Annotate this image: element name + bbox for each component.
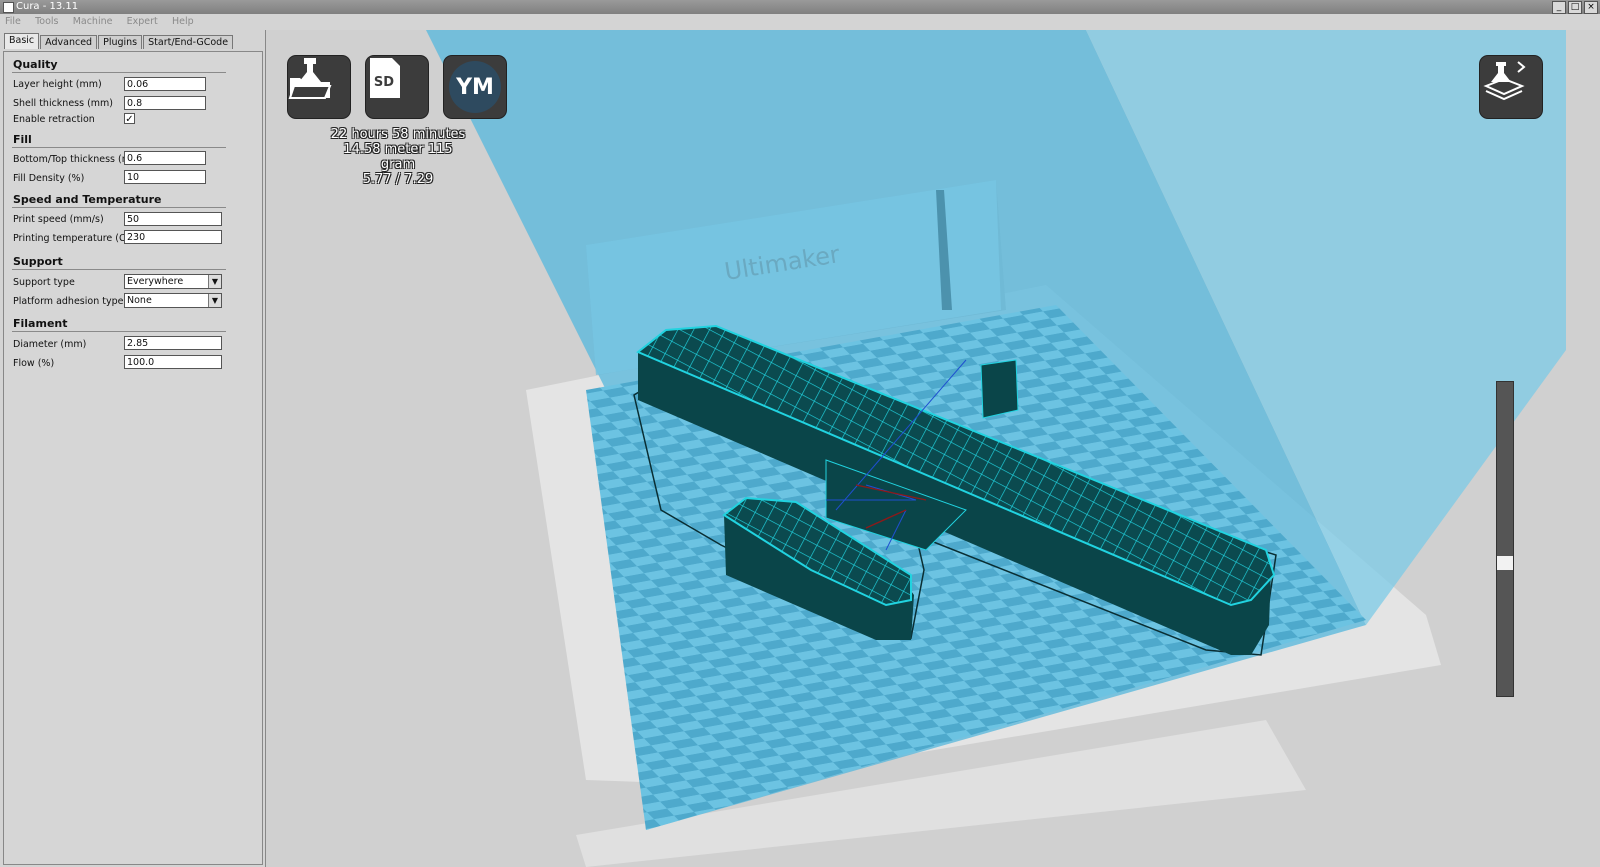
print-speed-label: Print speed (mm/s) xyxy=(13,214,104,225)
quality-section-title: Quality xyxy=(13,58,58,71)
menu-tools[interactable]: Tools xyxy=(35,14,58,30)
menu-file[interactable]: File xyxy=(5,14,21,30)
speed-section-title: Speed and Temperature xyxy=(13,193,162,206)
support-type-select[interactable]: Everywhere ▼ xyxy=(124,274,222,289)
diameter-input[interactable]: 2.85 xyxy=(124,336,222,350)
divider xyxy=(12,331,226,332)
support-type-value: Everywhere xyxy=(127,276,184,287)
maximize-button[interactable]: □ xyxy=(1568,1,1582,14)
layer-height-input[interactable]: 0.06 xyxy=(124,77,206,91)
print-speed-input[interactable]: 50 xyxy=(124,212,222,226)
divider xyxy=(12,207,226,208)
tab-advanced[interactable]: Advanced xyxy=(40,35,98,49)
print-time: 22 hours 58 minutes xyxy=(330,127,466,142)
load-model-button[interactable] xyxy=(288,56,350,118)
sd-card-icon: SD xyxy=(370,58,400,98)
title-bar: Cura - 13.11 _ □ × xyxy=(0,0,1600,14)
support-type-label: Support type xyxy=(13,277,75,288)
print-info: 22 hours 58 minutes 14.58 meter 115 gram… xyxy=(326,127,470,187)
settings-sidebar: Basic Advanced Plugins Start/End-GCode Q… xyxy=(0,30,266,867)
save-to-sd-button[interactable]: SD xyxy=(366,56,428,118)
menu-expert[interactable]: Expert xyxy=(127,14,158,30)
fill-section-title: Fill xyxy=(13,133,32,146)
shell-thickness-label: Shell thickness (mm) xyxy=(13,98,114,109)
chevron-down-icon: ▼ xyxy=(208,275,221,288)
basic-settings-panel: Quality Layer height (mm) 0.06 Shell thi… xyxy=(3,51,263,865)
chevron-down-icon: ▼ xyxy=(208,294,221,307)
sd-label: SD xyxy=(374,75,394,90)
retraction-label: Enable retraction xyxy=(13,114,95,125)
flow-input[interactable]: 100.0 xyxy=(124,355,222,369)
print-cost: 5.77 / 7.29 xyxy=(362,172,434,187)
cura-app-icon xyxy=(3,2,14,13)
fill-density-label: Fill Density (%) xyxy=(13,173,85,184)
view-mode-button[interactable] xyxy=(1480,56,1542,118)
menu-bar: File Tools Machine Expert Help xyxy=(0,14,1600,30)
menu-machine[interactable]: Machine xyxy=(73,14,113,30)
youmagine-button[interactable]: YM xyxy=(444,56,506,118)
platform-adhesion-value: None xyxy=(127,295,152,306)
layer-slider[interactable] xyxy=(1496,381,1514,697)
retraction-checkbox[interactable]: ✓ xyxy=(124,113,135,125)
load-folder-icon xyxy=(288,58,332,99)
close-button[interactable]: × xyxy=(1584,1,1598,14)
printing-temperature-label: Printing temperature (C) xyxy=(13,233,130,244)
platform-adhesion-select[interactable]: None ▼ xyxy=(124,293,222,308)
platform-adhesion-label: Platform adhesion type xyxy=(13,296,124,307)
settings-tabs: Basic Advanced Plugins Start/End-GCode xyxy=(4,33,234,49)
window-title: Cura - 13.11 xyxy=(16,1,79,12)
shell-thickness-input[interactable]: 0.8 xyxy=(124,96,206,110)
minimize-button[interactable]: _ xyxy=(1552,1,1566,14)
youmagine-icon: YM xyxy=(449,61,501,113)
fill-density-input[interactable]: 10 xyxy=(124,170,206,184)
tab-basic[interactable]: Basic xyxy=(4,33,40,49)
divider xyxy=(12,72,226,73)
layer-height-label: Layer height (mm) xyxy=(13,79,102,90)
layers-view-icon xyxy=(1483,61,1526,101)
divider xyxy=(12,147,226,148)
menu-help[interactable]: Help xyxy=(172,14,194,30)
bottom-top-thickness-input[interactable]: 0.6 xyxy=(124,151,206,165)
divider xyxy=(12,269,226,270)
diameter-label: Diameter (mm) xyxy=(13,339,87,350)
printing-temperature-input[interactable]: 230 xyxy=(124,230,222,244)
print-material: 14.58 meter 115 gram xyxy=(343,142,453,172)
tab-start-end-gcode[interactable]: Start/End-GCode xyxy=(143,35,234,49)
window-controls: _ □ × xyxy=(1552,1,1598,14)
filament-section-title: Filament xyxy=(13,317,68,330)
tab-plugins[interactable]: Plugins xyxy=(98,35,143,49)
layer-slider-handle[interactable] xyxy=(1497,556,1513,570)
flow-label: Flow (%) xyxy=(13,358,55,369)
support-section-title: Support xyxy=(13,255,63,268)
